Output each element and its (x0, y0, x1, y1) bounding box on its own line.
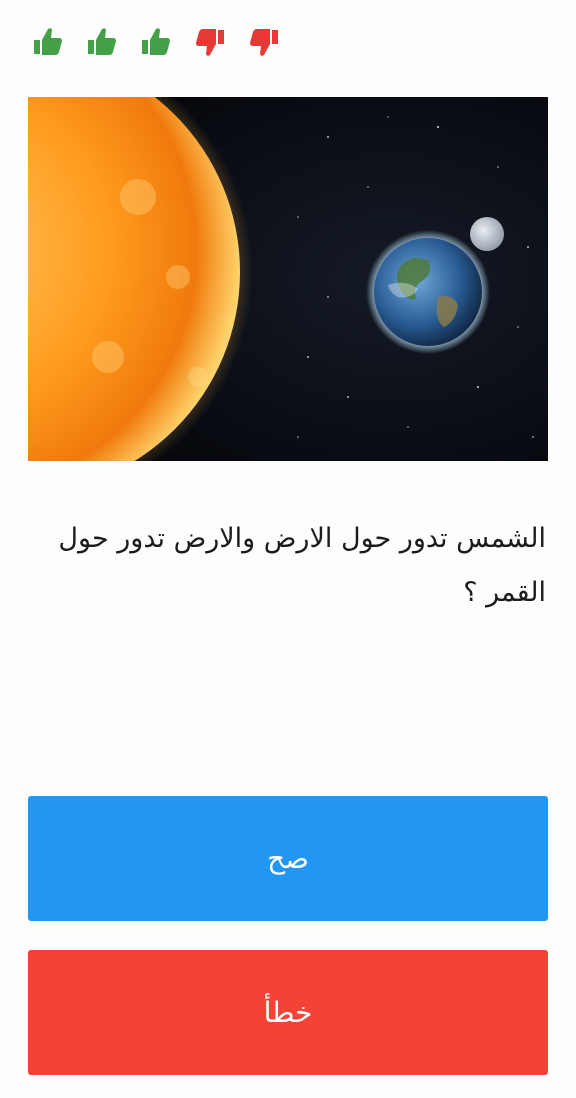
thumbs-down-icon (190, 20, 244, 64)
sun-earth-moon-illustration (28, 97, 548, 461)
thumbs-up-icon (82, 20, 136, 64)
thumbs-down-icon (244, 20, 298, 64)
true-button-label: صح (267, 842, 309, 875)
false-button[interactable]: خطأ (28, 950, 548, 1075)
score-indicator (28, 20, 298, 64)
question-text: الشمس تدور حول الارض والارض تدور حول الق… (58, 523, 546, 608)
thumbs-up-icon (28, 20, 82, 64)
question-image (28, 97, 548, 461)
thumbs-up-icon (136, 20, 190, 64)
false-button-label: خطأ (263, 996, 313, 1029)
true-button[interactable]: صح (28, 796, 548, 921)
